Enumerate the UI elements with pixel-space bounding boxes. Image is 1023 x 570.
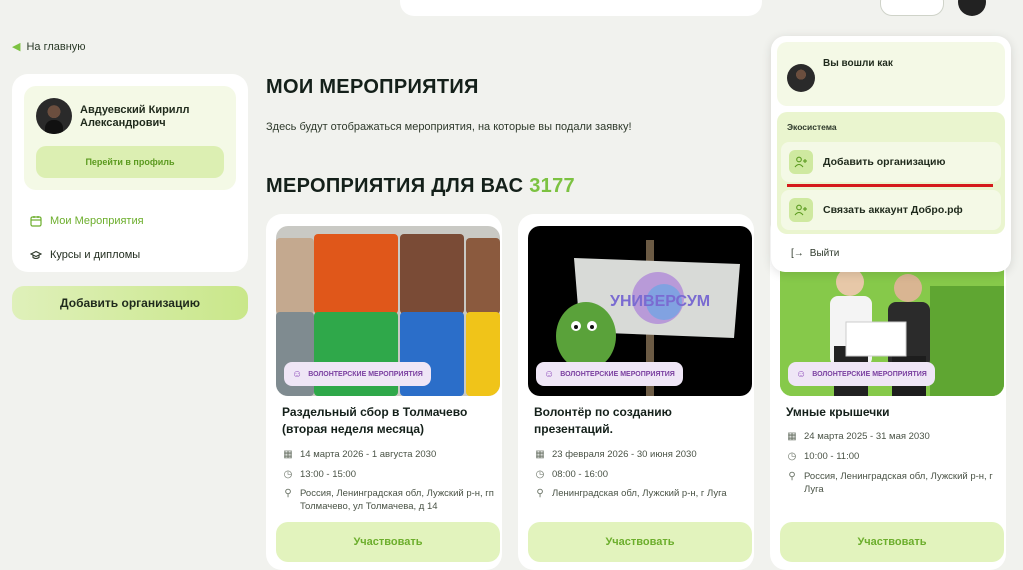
ecosystem-section: Экосистема Добавить организацию Связать … <box>777 112 1005 234</box>
event-location: ⚲ Россия, Ленинградская обл, Лужский р-н… <box>282 487 496 513</box>
people-icon: ☺ <box>796 368 807 380</box>
event-time-text: 10:00 - 11:00 <box>804 451 860 462</box>
event-location: ⚲ Россия, Ленинградская обл, Лужский р-н… <box>786 470 1000 496</box>
menu-item-add-organization[interactable]: Добавить организацию <box>781 142 1001 182</box>
calendar-icon <box>30 215 42 227</box>
event-title[interactable]: Умные крышечки <box>786 404 996 421</box>
menu-item-label: Добавить организацию <box>823 156 946 168</box>
participate-button[interactable]: Участвовать <box>528 522 752 562</box>
badge-label: ВОЛОНТЕРСКИЕ МЕРОПРИЯТИЯ <box>308 370 423 378</box>
back-to-home-link[interactable]: ◀ На главную <box>12 40 86 54</box>
event-image: УНИВЕРСУМ ☺ ВОЛОНТЕРСКИЕ МЕРОПРИЯТИЯ <box>528 226 752 396</box>
participate-button[interactable]: Участвовать <box>276 522 500 562</box>
add-user-icon <box>789 150 813 174</box>
menu-item-label: Связать аккаунт Добро.рф <box>823 204 963 216</box>
event-time: ◷ 10:00 - 11:00 <box>786 450 1000 463</box>
event-time: ◷ 13:00 - 15:00 <box>282 468 496 481</box>
header-avatar[interactable] <box>958 0 986 16</box>
event-time-text: 13:00 - 15:00 <box>300 469 356 480</box>
event-time-text: 08:00 - 16:00 <box>552 469 608 480</box>
location-pin-icon: ⚲ <box>788 471 796 482</box>
section-title: МЕРОПРИЯТИЯ ДЛЯ ВАС 3177 <box>266 175 575 198</box>
sidebar-item-my-events[interactable]: Мои Мероприятия <box>30 204 240 238</box>
avatar <box>36 98 72 134</box>
event-dates: ▦ 24 марта 2025 - 31 мая 2030 <box>786 430 1000 443</box>
event-title[interactable]: Раздельный сбор в Толмачево (вторая неде… <box>282 404 492 438</box>
add-organization-button[interactable]: Добавить организацию <box>12 286 248 320</box>
logout-button[interactable]: [→ Выйти <box>791 248 839 259</box>
participate-button[interactable]: Участвовать <box>780 522 1004 562</box>
section-title-text: МЕРОПРИЯТИЯ ДЛЯ ВАС <box>266 175 524 197</box>
clock-icon: ◷ <box>283 469 293 480</box>
event-dates: ▦ 23 февраля 2026 - 30 июня 2030 <box>534 448 748 461</box>
go-to-profile-button[interactable]: Перейти в профиль <box>36 146 224 178</box>
event-location-text: Россия, Ленинградская обл, Лужский р-н, … <box>300 488 494 512</box>
search-input[interactable] <box>400 0 762 16</box>
logged-in-user: Вы вошли как <box>777 42 1005 106</box>
graduation-cap-icon <box>30 249 42 261</box>
link-user-icon <box>789 198 813 222</box>
sign-text: УНИВЕРСУМ <box>610 293 710 310</box>
calendar-icon: ▦ <box>283 449 293 460</box>
chevron-left-icon: ◀ <box>12 41 21 53</box>
menu-item-link-dobro[interactable]: Связать аккаунт Добро.рф <box>781 190 1001 230</box>
event-dates-text: 14 марта 2026 - 1 августа 2030 <box>300 449 437 460</box>
sidebar-item-label: Мои Мероприятия <box>50 215 144 227</box>
top-header <box>0 0 1023 16</box>
event-title[interactable]: Волонтёр по созданию презентаций. <box>534 404 744 438</box>
avatar <box>787 64 815 92</box>
event-dates: ▦ 14 марта 2026 - 1 августа 2030 <box>282 448 496 461</box>
back-link-label: На главную <box>26 40 86 53</box>
category-badge: ☺ ВОЛОНТЕРСКИЕ МЕРОПРИЯТИЯ <box>284 362 431 386</box>
logged-in-label: Вы вошли как <box>823 58 893 69</box>
event-dates-text: 23 февраля 2026 - 30 июня 2030 <box>552 449 697 460</box>
profile-name: Авдуевский Кирилл Александрович <box>80 104 190 129</box>
event-card[interactable]: УНИВЕРСУМ ☺ ВОЛОНТЕРСКИЕ МЕРОПРИЯТИЯ Вол… <box>518 214 754 570</box>
location-pin-icon: ⚲ <box>284 488 292 499</box>
logout-label: Выйти <box>809 248 840 259</box>
header-button[interactable] <box>880 0 944 16</box>
events-count: 3177 <box>529 175 575 197</box>
event-location-text: Россия, Ленинградская обл, Лужский р-н, … <box>804 471 993 495</box>
user-dropdown-menu: Вы вошли как Экосистема Добавить организ… <box>771 36 1011 272</box>
people-icon: ☺ <box>544 368 555 380</box>
event-location: ⚲ Ленинградская обл, Лужский р-н, г Луга <box>534 487 748 500</box>
event-dates-text: 24 марта 2025 - 31 мая 2030 <box>804 431 930 442</box>
category-badge: ☺ ВОЛОНТЕРСКИЕ МЕРОПРИЯТИЯ <box>788 362 935 386</box>
category-badge: ☺ ВОЛОНТЕРСКИЕ МЕРОПРИЯТИЯ <box>536 362 683 386</box>
event-card[interactable]: ☺ ВОЛОНТЕРСКИЕ МЕРОПРИЯТИЯ Раздельный сб… <box>266 214 502 570</box>
page-title: МОИ МЕРОПРИЯТИЯ <box>266 76 479 98</box>
location-pin-icon: ⚲ <box>536 488 544 499</box>
event-location-text: Ленинградская обл, Лужский р-н, г Луга <box>552 488 727 499</box>
page-subtitle: Здесь будут отображаться мероприятия, на… <box>266 121 632 133</box>
event-image: ☺ ВОЛОНТЕРСКИЕ МЕРОПРИЯТИЯ <box>276 226 500 396</box>
people-icon: ☺ <box>292 368 303 380</box>
ecosystem-label: Экосистема <box>787 122 837 132</box>
profile-summary: Авдуевский Кирилл Александрович Перейти … <box>24 86 236 190</box>
clock-icon: ◷ <box>535 469 545 480</box>
sidebar-item-courses[interactable]: Курсы и дипломы <box>30 238 240 272</box>
sidebar-menu: Мои Мероприятия Курсы и дипломы <box>30 204 240 272</box>
logout-icon: [→ <box>791 248 804 259</box>
badge-label: ВОЛОНТЕРСКИЕ МЕРОПРИЯТИЯ <box>812 370 927 378</box>
highlight-underline <box>787 184 993 187</box>
clock-icon: ◷ <box>787 451 797 462</box>
event-time: ◷ 08:00 - 16:00 <box>534 468 748 481</box>
calendar-icon: ▦ <box>787 431 797 442</box>
sidebar-item-label: Курсы и дипломы <box>50 249 141 261</box>
calendar-icon: ▦ <box>535 449 545 460</box>
badge-label: ВОЛОНТЕРСКИЕ МЕРОПРИЯТИЯ <box>560 370 675 378</box>
